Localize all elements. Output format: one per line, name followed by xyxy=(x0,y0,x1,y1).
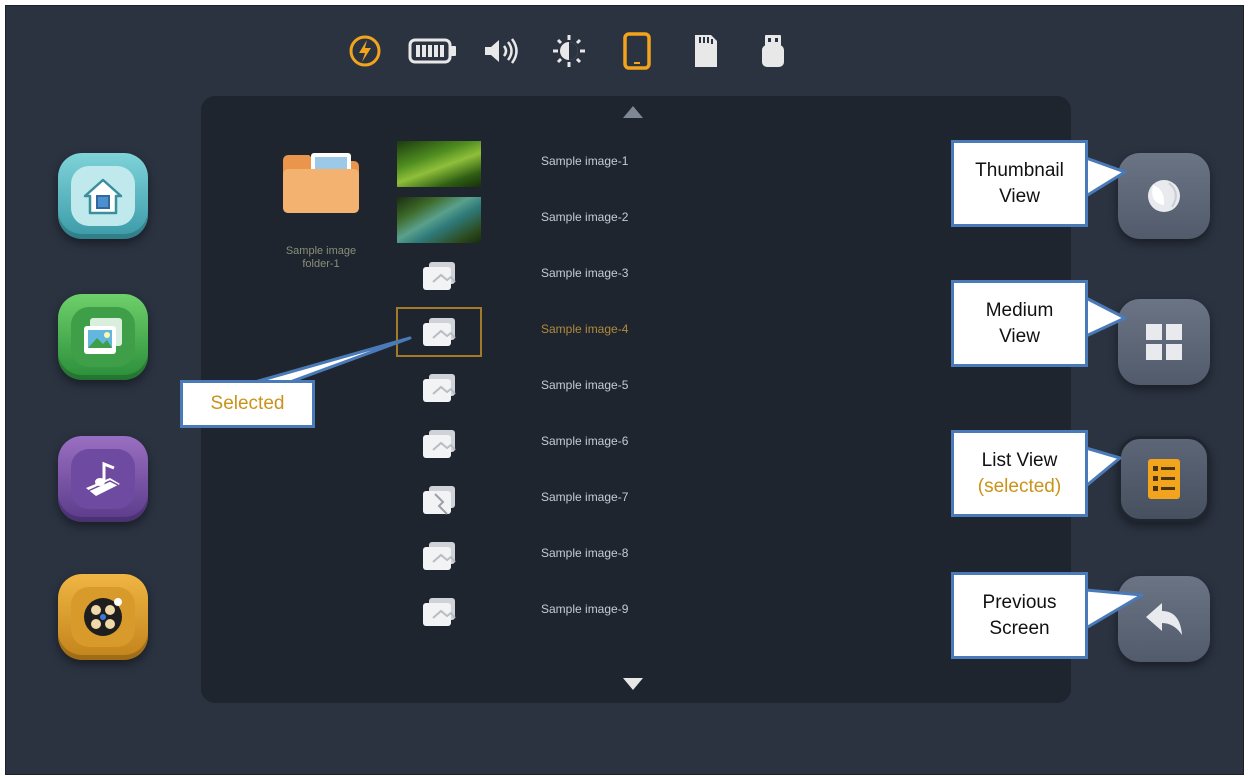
folder-item[interactable]: Sample image folder-1 xyxy=(271,151,371,271)
selected-callout: Selected xyxy=(180,380,315,428)
photo-preview xyxy=(397,197,481,243)
broken-image-icon[interactable] xyxy=(396,475,482,525)
image-thumbnail[interactable] xyxy=(396,195,482,245)
medium-callout-line1: Medium xyxy=(985,299,1054,321)
medium-view-button[interactable] xyxy=(1118,299,1210,385)
image-thumbnail[interactable] xyxy=(396,139,482,189)
image-file-icon[interactable] xyxy=(396,419,482,469)
previous-screen-button[interactable] xyxy=(1118,576,1210,662)
sd-card-icon[interactable] xyxy=(671,28,739,74)
battery-icon xyxy=(399,28,467,74)
file-row[interactable]: Sample image-9 xyxy=(396,587,816,643)
thumbnail-view-button[interactable] xyxy=(1118,153,1210,239)
thumbnail-callout-line2: View xyxy=(999,185,1040,207)
image-file-icon[interactable] xyxy=(396,251,482,301)
home-app-button[interactable] xyxy=(58,153,148,239)
file-row[interactable]: Sample image-8 xyxy=(396,531,816,587)
usb-drive-icon[interactable] xyxy=(739,28,807,74)
file-name: Sample image-8 xyxy=(541,546,629,560)
previous-screen-callout: Previous Screen xyxy=(951,572,1088,659)
list-view-button[interactable] xyxy=(1118,436,1210,522)
brightness-icon xyxy=(535,28,603,74)
file-name: Sample image-4 xyxy=(541,322,629,336)
file-name: Sample image-9 xyxy=(541,602,629,616)
file-name: Sample image-7 xyxy=(541,490,629,504)
thumbnail-view-callout: Thumbnail View xyxy=(951,140,1088,227)
medium-view-icon xyxy=(1146,324,1182,360)
file-row[interactable]: Sample image-1 xyxy=(396,139,816,195)
file-row[interactable]: Sample image-7 xyxy=(396,475,816,531)
power-icon xyxy=(331,28,399,74)
list-callout-line1: List View xyxy=(981,449,1058,471)
file-name: Sample image-3 xyxy=(541,266,629,280)
folder-icon xyxy=(283,153,359,213)
back-arrow-icon xyxy=(1146,603,1182,635)
image-file-icon[interactable] xyxy=(396,363,482,413)
music-note-icon xyxy=(86,461,120,496)
list-view-callout: List View (selected) xyxy=(951,430,1088,517)
photo-gallery-icon xyxy=(84,318,122,354)
file-browser-panel: Sample image folder-1 Sample image-1 Samp… xyxy=(201,96,1071,703)
file-name: Sample image-5 xyxy=(541,378,629,392)
previous-callout-line1: Previous xyxy=(982,591,1057,613)
video-app-button[interactable] xyxy=(58,574,148,660)
file-row[interactable]: Sample image-3 xyxy=(396,251,816,307)
tablet-icon[interactable] xyxy=(603,28,671,74)
image-file-icon[interactable] xyxy=(396,531,482,581)
folder-label: Sample image folder-1 xyxy=(285,245,357,270)
previous-callout-line2: Screen xyxy=(989,617,1050,639)
file-row[interactable]: Sample image-4 xyxy=(396,307,816,363)
file-row[interactable]: Sample image-2 xyxy=(396,195,816,251)
list-callout-line2: (selected) xyxy=(977,475,1062,497)
thumbnail-callout-line1: Thumbnail xyxy=(975,159,1064,181)
file-name: Sample image-2 xyxy=(541,210,629,224)
photo-app-button[interactable] xyxy=(58,294,148,380)
status-bar xyxy=(331,28,807,74)
image-file-icon[interactable] xyxy=(396,587,482,637)
medium-view-callout: Medium View xyxy=(951,280,1088,367)
photo-preview xyxy=(397,141,481,187)
home-icon xyxy=(83,178,123,215)
medium-callout-line2: View xyxy=(999,325,1040,347)
music-app-button[interactable] xyxy=(58,436,148,522)
scroll-down-icon[interactable] xyxy=(621,676,645,692)
file-row[interactable]: Sample image-6 xyxy=(396,419,816,475)
thumbnail-view-icon xyxy=(1148,180,1180,212)
scroll-up-icon[interactable] xyxy=(621,104,645,120)
volume-icon xyxy=(467,28,535,74)
file-name: Sample image-1 xyxy=(541,154,629,168)
film-reel-icon xyxy=(84,598,122,636)
image-file-icon[interactable] xyxy=(396,307,482,357)
selected-callout-text: Selected xyxy=(210,393,285,414)
file-row[interactable]: Sample image-5 xyxy=(396,363,816,419)
list-view-icon xyxy=(1148,459,1180,499)
file-name: Sample image-6 xyxy=(541,434,629,448)
